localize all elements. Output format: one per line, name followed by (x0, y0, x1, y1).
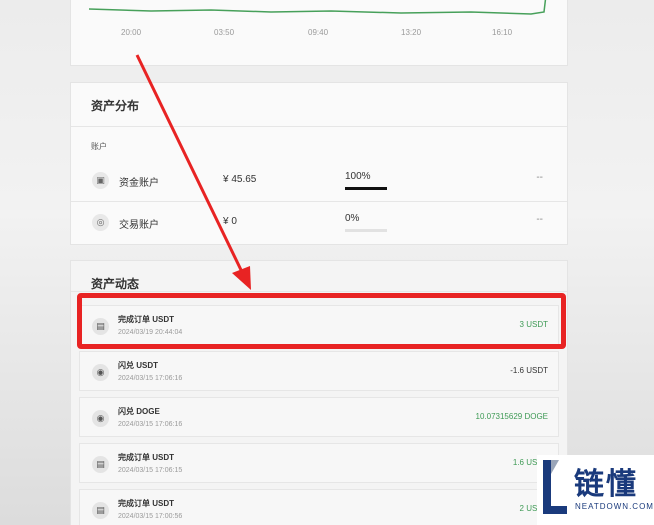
arrow-head (232, 266, 251, 290)
arrow-shaft (135, 54, 244, 273)
logo-text: 链懂 (574, 468, 638, 501)
logo-subtext: NEATDOWN.COM (575, 502, 654, 511)
watermark-logo: 链懂 NEATDOWN.COM (537, 455, 654, 525)
annotation-arrow (135, 54, 251, 290)
logo-mark-icon (543, 460, 567, 514)
